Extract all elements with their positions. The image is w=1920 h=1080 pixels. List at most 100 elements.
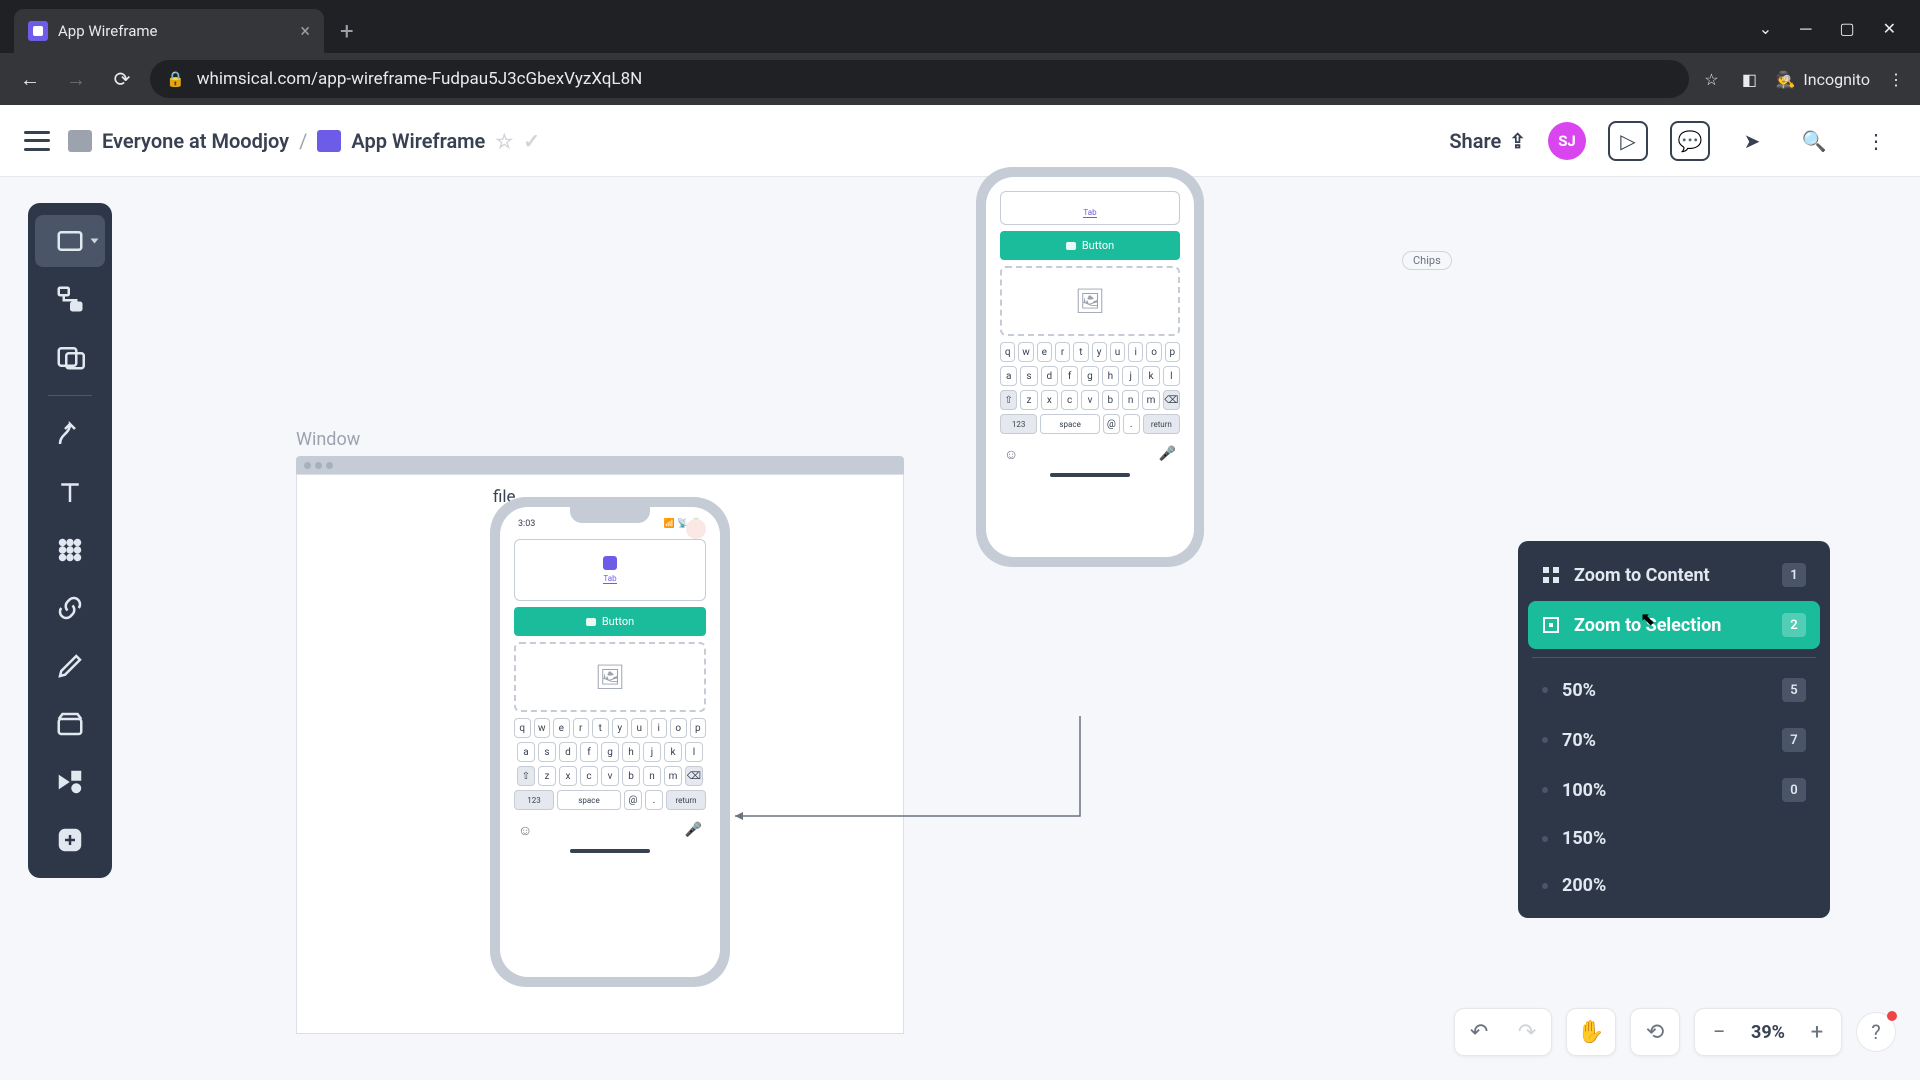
key: ⌫ xyxy=(685,766,703,786)
zoom-level[interactable]: 39% xyxy=(1743,1022,1793,1043)
browser-tab[interactable]: App Wireframe × xyxy=(14,9,324,53)
zoom-in-button[interactable]: + xyxy=(1793,1008,1841,1056)
key: g xyxy=(601,742,619,762)
window-label: Window xyxy=(296,429,904,450)
key: v xyxy=(601,766,619,786)
key: f xyxy=(580,742,598,762)
zoom-level-item[interactable]: 150% xyxy=(1528,816,1820,861)
zoom-out-button[interactable]: − xyxy=(1695,1008,1743,1056)
redo-button[interactable]: ↷ xyxy=(1503,1008,1551,1056)
breadcrumb-separator: / xyxy=(299,129,307,153)
help-button[interactable]: ? xyxy=(1856,1012,1896,1052)
key: a xyxy=(1000,366,1017,386)
breadcrumb-org[interactable]: Everyone at Moodjoy xyxy=(102,129,289,153)
tab-favicon-icon xyxy=(28,21,48,41)
tab-label: Tab xyxy=(603,574,616,584)
bullet-icon xyxy=(1542,883,1548,889)
shortcut-key: 5 xyxy=(1782,678,1806,702)
key: return xyxy=(666,790,706,810)
bullet-icon xyxy=(1542,737,1548,743)
key: space xyxy=(1040,414,1100,434)
wireframe-tab-box: Tab xyxy=(1000,191,1180,225)
forward-button[interactable]: → xyxy=(58,61,94,97)
cursor-icon: ⬉ xyxy=(1640,609,1655,630)
zoom-level-label: 70% xyxy=(1562,730,1596,751)
phone-time: 3:03 xyxy=(518,519,535,529)
phone-mockup-1[interactable]: 3:03📶 📡 🔋 Tab Button 🖼 qwertyuiopasdfghj… xyxy=(490,497,730,987)
history-button[interactable]: ⟲ xyxy=(1631,1008,1679,1056)
key: 123 xyxy=(514,790,554,810)
key: y xyxy=(1092,342,1107,362)
key: m xyxy=(664,766,682,786)
comments-icon[interactable]: 💬 xyxy=(1670,121,1710,161)
key: ⌫ xyxy=(1163,390,1180,410)
incognito-icon: 🕵️ xyxy=(1775,70,1795,89)
key: r xyxy=(573,718,590,738)
key: u xyxy=(631,718,648,738)
zoom-level-item[interactable]: 70%7 xyxy=(1528,716,1820,764)
shortcut-key: 0 xyxy=(1782,778,1806,802)
zoom-menu-item[interactable]: Zoom to Content1 xyxy=(1528,551,1820,599)
connector-line[interactable] xyxy=(730,711,1092,821)
address-bar[interactable]: 🔒 whimsical.com/app-wireframe-Fudpau5J3c… xyxy=(150,60,1689,98)
send-icon[interactable]: ➤ xyxy=(1732,121,1772,161)
hand-tool-button[interactable]: ✋ xyxy=(1567,1008,1615,1056)
extensions-icon[interactable]: ◧ xyxy=(1737,67,1761,91)
search-icon[interactable]: 🔍 xyxy=(1794,121,1834,161)
key: z xyxy=(538,766,556,786)
more-menu-icon[interactable]: ⋮ xyxy=(1856,121,1896,161)
zoom-menu: Zoom to Content1Zoom to Selection250%570… xyxy=(1518,541,1830,918)
key: c xyxy=(580,766,598,786)
user-avatar[interactable]: SJ xyxy=(1548,122,1586,160)
zoom-menu-label: Zoom to Content xyxy=(1574,565,1710,586)
key: u xyxy=(1110,342,1125,362)
chips-element[interactable]: Chips xyxy=(1402,251,1452,270)
key: r xyxy=(1055,342,1070,362)
emoji-icon: ☺ xyxy=(1004,446,1018,463)
breadcrumb-doc[interactable]: App Wireframe xyxy=(351,129,485,153)
wireframe-tab-box: Tab xyxy=(514,539,706,601)
minimize-icon[interactable]: ─ xyxy=(1800,19,1811,39)
phone-mockup-2[interactable]: Tab Button 🖼 qwertyuiopasdfghjkl⇧zxcvbnm… xyxy=(976,167,1204,567)
key: ⇧ xyxy=(517,766,535,786)
browser-menu-icon[interactable]: ⋮ xyxy=(1884,67,1908,91)
key: l xyxy=(685,742,703,762)
favorite-star-icon[interactable]: ☆ xyxy=(495,129,513,153)
zoom-level-item[interactable]: 100%0 xyxy=(1528,766,1820,814)
key: 123 xyxy=(1000,414,1037,434)
key: space xyxy=(557,790,621,810)
key: @ xyxy=(624,790,642,810)
chevron-down-icon[interactable]: ⌄ xyxy=(1759,19,1772,39)
tab-close-icon[interactable]: × xyxy=(300,21,310,42)
key: i xyxy=(651,718,668,738)
bullet-icon xyxy=(1542,687,1548,693)
zoom-level-label: 200% xyxy=(1562,875,1606,896)
zoom-level-item[interactable]: 200% xyxy=(1528,863,1820,908)
bookmark-star-icon[interactable]: ☆ xyxy=(1699,67,1723,91)
undo-button[interactable]: ↶ xyxy=(1455,1008,1503,1056)
key: q xyxy=(514,718,531,738)
org-icon xyxy=(68,130,92,152)
bullet-icon xyxy=(1542,836,1548,842)
key: o xyxy=(670,718,687,738)
key: s xyxy=(1020,366,1037,386)
incognito-badge: 🕵️ Incognito xyxy=(1775,70,1870,89)
present-icon[interactable]: ▷ xyxy=(1608,121,1648,161)
wireframe-keyboard: qwertyuiopasdfghjkl⇧zxcvbnm⌫123space@.re… xyxy=(514,718,706,810)
wireframe-button: Button xyxy=(1000,231,1180,260)
close-window-icon[interactable]: ✕ xyxy=(1883,19,1896,39)
key: p xyxy=(1165,342,1180,362)
reload-button[interactable]: ⟳ xyxy=(104,61,140,97)
hamburger-menu-icon[interactable] xyxy=(24,131,50,151)
key: m xyxy=(1142,390,1159,410)
home-indicator xyxy=(1050,473,1130,477)
sync-status-icon: ✓ xyxy=(523,129,540,153)
share-button[interactable]: Share ⇪ xyxy=(1449,129,1526,153)
zoom-menu-item[interactable]: Zoom to Selection2 xyxy=(1528,601,1820,649)
new-tab-button[interactable]: + xyxy=(324,17,370,53)
zoom-level-item[interactable]: 50%5 xyxy=(1528,666,1820,714)
maximize-icon[interactable]: ▢ xyxy=(1839,19,1854,39)
key: h xyxy=(622,742,640,762)
key: @ xyxy=(1103,414,1120,434)
back-button[interactable]: ← xyxy=(12,61,48,97)
